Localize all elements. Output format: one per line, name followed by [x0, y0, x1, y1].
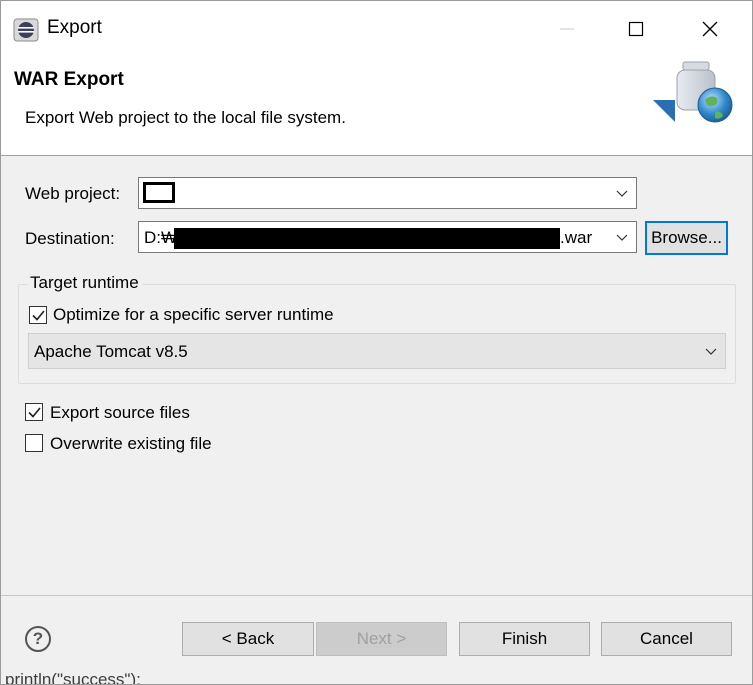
checkmark-icon [28, 407, 41, 418]
optimize-runtime-checkbox[interactable] [29, 306, 47, 324]
server-runtime-combo[interactable]: Apache Tomcat v8.5 [28, 333, 726, 369]
export-source-label[interactable]: Export source files [50, 403, 190, 423]
destination-suffix: .war [560, 228, 593, 247]
destination-prefix: D:₩ [144, 228, 178, 247]
destination-label: Destination: [25, 229, 115, 248]
chevron-down-icon [616, 234, 628, 241]
minimize-button[interactable] [544, 9, 590, 49]
web-project-combo[interactable] [138, 177, 637, 209]
overwrite-checkbox[interactable] [25, 434, 43, 452]
minimize-icon [560, 28, 574, 30]
finish-button[interactable]: Finish [459, 622, 590, 656]
next-button[interactable]: Next > [316, 622, 447, 656]
eclipse-icon [13, 18, 39, 42]
destination-combo[interactable]: D:₩ .war [138, 221, 637, 253]
server-runtime-value: Apache Tomcat v8.5 [34, 342, 188, 361]
redacted-destination-path [174, 228, 560, 249]
wizard-title: WAR Export [14, 69, 124, 90]
export-dialog: Export WAR Export Export Web project to … [0, 0, 753, 685]
chevron-down-icon [616, 190, 628, 197]
close-button[interactable] [687, 9, 733, 49]
target-runtime-title: Target runtime [28, 273, 142, 293]
wizard-description: Export Web project to the local file sys… [25, 108, 346, 127]
export-source-checkbox[interactable] [25, 403, 43, 421]
cancel-button[interactable]: Cancel [601, 622, 732, 656]
background-code-fragment: println("success"); [5, 670, 141, 685]
maximize-icon [628, 21, 644, 37]
back-button[interactable]: < Back [182, 622, 314, 656]
wizard-banner: WAR Export Export Web project to the loc… [1, 56, 752, 156]
button-bar-divider [1, 595, 752, 596]
war-export-icon [653, 58, 733, 130]
optimize-runtime-label[interactable]: Optimize for a specific server runtime [53, 305, 334, 325]
help-button[interactable]: ? [25, 626, 51, 652]
redacted-project-name [143, 182, 175, 203]
title-bar: Export [1, 1, 752, 56]
overwrite-label[interactable]: Overwrite existing file [50, 434, 212, 454]
web-project-label: Web project: [25, 184, 121, 203]
chevron-down-icon [705, 348, 717, 355]
window-title: Export [47, 17, 102, 38]
close-icon [702, 21, 718, 37]
maximize-button[interactable] [613, 9, 659, 49]
browse-button[interactable]: Browse... [645, 221, 728, 255]
checkmark-icon [32, 310, 45, 321]
